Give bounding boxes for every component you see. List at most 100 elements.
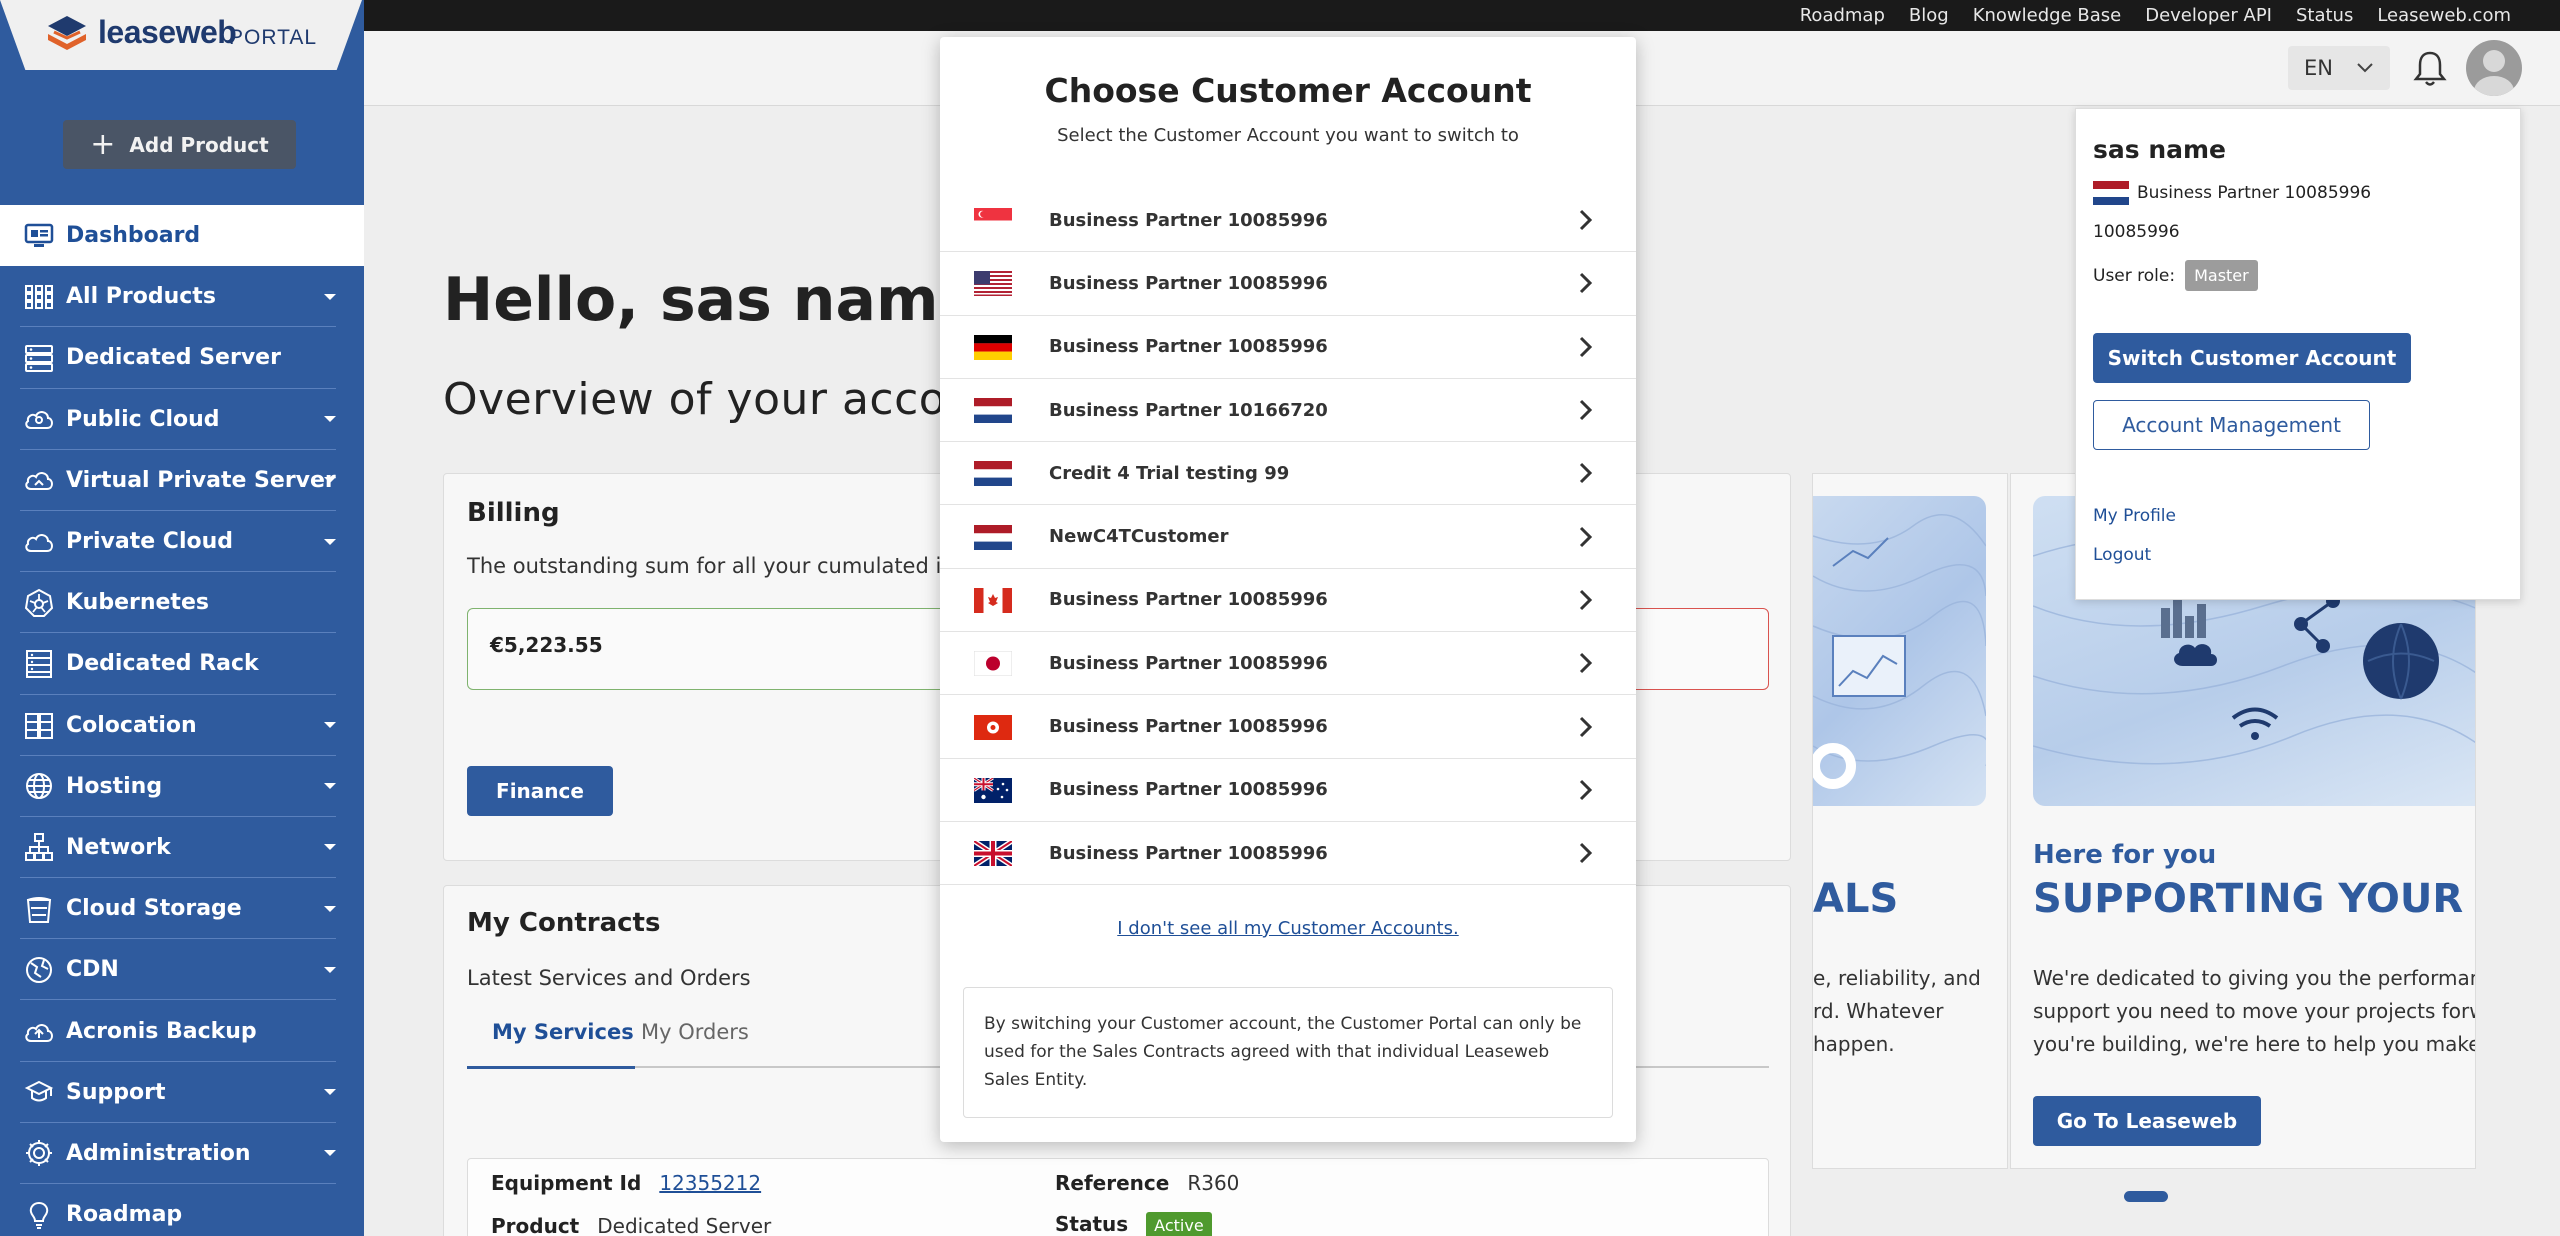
go-to-leaseweb-button[interactable]: Go To Leaseweb bbox=[2033, 1096, 2261, 1146]
sidebar-item-administration[interactable]: Administration bbox=[0, 1123, 364, 1185]
logout-link[interactable]: Logout bbox=[2093, 545, 2151, 565]
account-row[interactable]: Business Partner 10085996 bbox=[940, 316, 1636, 379]
top-link-blog[interactable]: Blog bbox=[1909, 5, 1949, 26]
sidebar-item-label: Colocation bbox=[66, 712, 197, 738]
top-links: Roadmap Blog Knowledge Base Developer AP… bbox=[1800, 0, 2511, 31]
top-link-roadmap[interactable]: Roadmap bbox=[1800, 5, 1885, 26]
promo-left-text-line: rd. Whatever bbox=[1813, 999, 1944, 1023]
sidebar-item-colocation[interactable]: Colocation bbox=[0, 695, 364, 756]
account-row[interactable]: Business Partner 10166720 bbox=[940, 379, 1636, 443]
sidebar-nav: Dashboard All Products Dedicated Server … bbox=[0, 205, 364, 1236]
brand-name: leaseweb bbox=[98, 14, 237, 50]
add-product-label: Add Product bbox=[129, 132, 269, 157]
sidebar-item-virtual-private-server[interactable]: Virtual Private Server bbox=[0, 450, 364, 512]
account-row[interactable]: Business Partner 10085996 bbox=[940, 252, 1636, 316]
promo-right-text: We're dedicated to giving you the perfor… bbox=[2033, 962, 2476, 1061]
sidebar-item-dedicated-rack[interactable]: Dedicated Rack bbox=[0, 633, 364, 695]
tab-my-orders[interactable]: My Orders bbox=[641, 1020, 749, 1068]
caret-down-icon bbox=[324, 538, 336, 545]
flag-nl-icon bbox=[2093, 181, 2129, 205]
account-user-name: sas name bbox=[2093, 135, 2227, 164]
sidebar-item-all-products[interactable]: All Products bbox=[0, 266, 364, 328]
top-utility-bar: Roadmap Blog Knowledge Base Developer AP… bbox=[0, 0, 2560, 31]
add-product-button[interactable]: + Add Product bbox=[63, 120, 296, 169]
tab-my-services[interactable]: My Services bbox=[492, 1020, 634, 1068]
sidebar-item-label: Public Cloud bbox=[66, 406, 220, 432]
sidebar-item-cloud-storage[interactable]: Cloud Storage bbox=[0, 878, 364, 940]
sidebar-item-label: Roadmap bbox=[66, 1202, 183, 1228]
cloud-icon bbox=[22, 465, 56, 495]
flag-uk-icon bbox=[974, 841, 1012, 867]
sidebar-item-private-cloud[interactable]: Private Cloud bbox=[0, 511, 364, 573]
sidebar-item-roadmap[interactable]: Roadmap bbox=[0, 1184, 364, 1236]
account-name: Credit 4 Trial testing 99 bbox=[1049, 462, 1290, 484]
sidebar-item-label: Virtual Private Server bbox=[66, 467, 336, 493]
product-value: Dedicated Server bbox=[597, 1214, 772, 1236]
switch-customer-account-button[interactable]: Switch Customer Account bbox=[2093, 333, 2411, 383]
top-link-status[interactable]: Status bbox=[2296, 5, 2353, 26]
sidebar-item-hosting[interactable]: Hosting bbox=[0, 756, 364, 818]
flag-nl-icon bbox=[974, 461, 1012, 487]
top-link-leaseweb-com[interactable]: Leaseweb.com bbox=[2377, 5, 2511, 26]
missing-accounts-link[interactable]: I don't see all my Customer Accounts. bbox=[940, 918, 1636, 939]
account-partner-label: Business Partner 10085996 bbox=[2137, 183, 2372, 203]
promo-right-subtitle: Here for you bbox=[2033, 840, 2217, 870]
sidebar-item-cdn[interactable]: CDN bbox=[0, 939, 364, 1001]
modal-title: Choose Customer Account bbox=[1044, 71, 1532, 110]
logo-tab[interactable]: leaseweb PORTAL bbox=[0, 0, 362, 70]
cloud-person-icon bbox=[22, 404, 56, 434]
chevron-right-icon bbox=[1578, 462, 1594, 484]
sidebar-item-dedicated-server[interactable]: Dedicated Server bbox=[0, 327, 364, 389]
sidebar-item-acronis-backup[interactable]: Acronis Backup bbox=[0, 1000, 364, 1062]
switch-notice: By switching your Customer account, the … bbox=[963, 987, 1613, 1118]
account-name: Business Partner 10085996 bbox=[1049, 589, 1328, 611]
modal-subtitle: Select the Customer Account you want to … bbox=[1057, 125, 1519, 146]
account-management-button[interactable]: Account Management bbox=[2093, 400, 2370, 450]
sidebar-item-kubernetes[interactable]: Kubernetes bbox=[0, 572, 364, 634]
billing-description: The outstanding sum for all your cumulat… bbox=[467, 554, 986, 578]
sidebar-item-dashboard[interactable]: Dashboard bbox=[0, 205, 364, 267]
account-list: Business Partner 10085996 Business Partn… bbox=[940, 189, 1636, 886]
chevron-right-icon bbox=[1578, 716, 1594, 738]
caret-down-icon bbox=[324, 1150, 336, 1157]
contracts-title: My Contracts bbox=[467, 908, 661, 938]
promo-card-left: ALS e, reliability, and rd. Whatever hap… bbox=[1812, 473, 2008, 1169]
top-link-developer-api[interactable]: Developer API bbox=[2145, 5, 2272, 26]
avatar[interactable] bbox=[2466, 40, 2522, 96]
bell-icon[interactable] bbox=[2412, 49, 2448, 87]
sidebar-item-network[interactable]: Network bbox=[0, 817, 364, 879]
account-name: NewC4TCustomer bbox=[1049, 526, 1229, 548]
equipment-id-link[interactable]: 12355212 bbox=[659, 1171, 761, 1195]
sidebar-item-label: Kubernetes bbox=[66, 590, 209, 616]
flag-us-icon bbox=[974, 271, 1012, 297]
flag-jp-icon bbox=[974, 651, 1012, 677]
account-name: Business Partner 10085996 bbox=[1049, 842, 1328, 864]
language-selector[interactable]: EN bbox=[2288, 46, 2390, 90]
sidebar-item-label: Dedicated Server bbox=[66, 345, 281, 371]
finance-button[interactable]: Finance bbox=[467, 766, 613, 816]
account-row[interactable]: Business Partner 10085996 bbox=[940, 189, 1636, 253]
account-row[interactable]: Business Partner 10085996 bbox=[940, 695, 1636, 759]
account-row[interactable]: Credit 4 Trial testing 99 bbox=[940, 442, 1636, 506]
greeting-heading: Hello, sas name bbox=[443, 265, 980, 335]
sidebar-item-support[interactable]: Support bbox=[0, 1062, 364, 1124]
sidebar-item-public-cloud[interactable]: Public Cloud bbox=[0, 389, 364, 450]
sidebar-item-label: Dashboard bbox=[66, 223, 201, 249]
account-row[interactable]: Business Partner 10085996 bbox=[940, 632, 1636, 696]
equipment-id-label: Equipment Id bbox=[491, 1171, 642, 1195]
chevron-right-icon bbox=[1578, 842, 1594, 864]
top-link-knowledge-base[interactable]: Knowledge Base bbox=[1973, 5, 2122, 26]
status-label: Status bbox=[1055, 1212, 1129, 1236]
product-label: Product bbox=[491, 1214, 580, 1236]
account-row[interactable]: Business Partner 10085996 bbox=[940, 759, 1636, 822]
account-row[interactable]: Business Partner 10085996 bbox=[940, 569, 1636, 633]
account-row[interactable]: Business Partner 10085996 bbox=[940, 822, 1636, 886]
brand-product: PORTAL bbox=[229, 26, 318, 49]
carousel-indicator[interactable] bbox=[2124, 1191, 2168, 1202]
account-row[interactable]: NewC4TCustomer bbox=[940, 505, 1636, 569]
globe-icon bbox=[22, 771, 56, 801]
my-profile-link[interactable]: My Profile bbox=[2093, 506, 2176, 526]
chevron-right-icon bbox=[1578, 336, 1594, 358]
promo-right-text-line: you're building, we're here to help you … bbox=[2033, 1032, 2476, 1056]
promo-left-heading: ALS bbox=[1813, 876, 1899, 922]
